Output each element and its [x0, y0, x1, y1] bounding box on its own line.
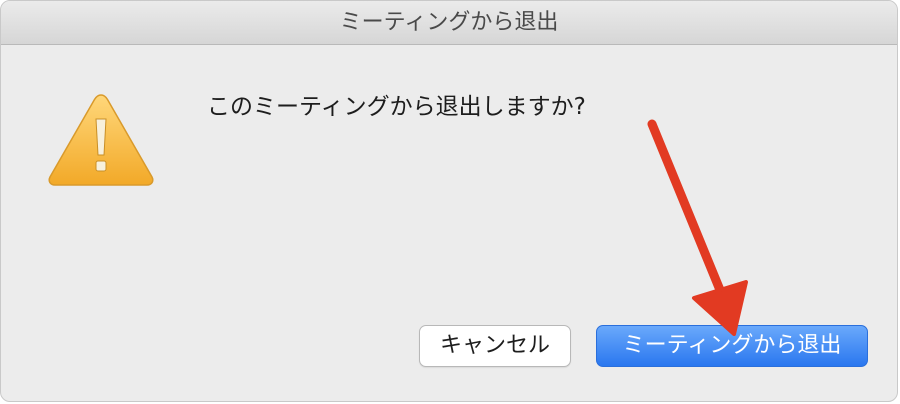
- dialog-titlebar: ミーティングから退出: [1, 1, 897, 45]
- warning-icon: [48, 94, 154, 186]
- cancel-button[interactable]: キャンセル: [419, 325, 571, 367]
- leave-meeting-button[interactable]: ミーティングから退出: [596, 325, 868, 367]
- dialog-title: ミーティングから退出: [339, 10, 559, 35]
- dialog-message: このミーティングから退出しますか?: [207, 94, 586, 120]
- leave-meeting-dialog: ミーティングから退出 このミーティングから退出しますか? キャンセル ミーティン…: [0, 0, 898, 402]
